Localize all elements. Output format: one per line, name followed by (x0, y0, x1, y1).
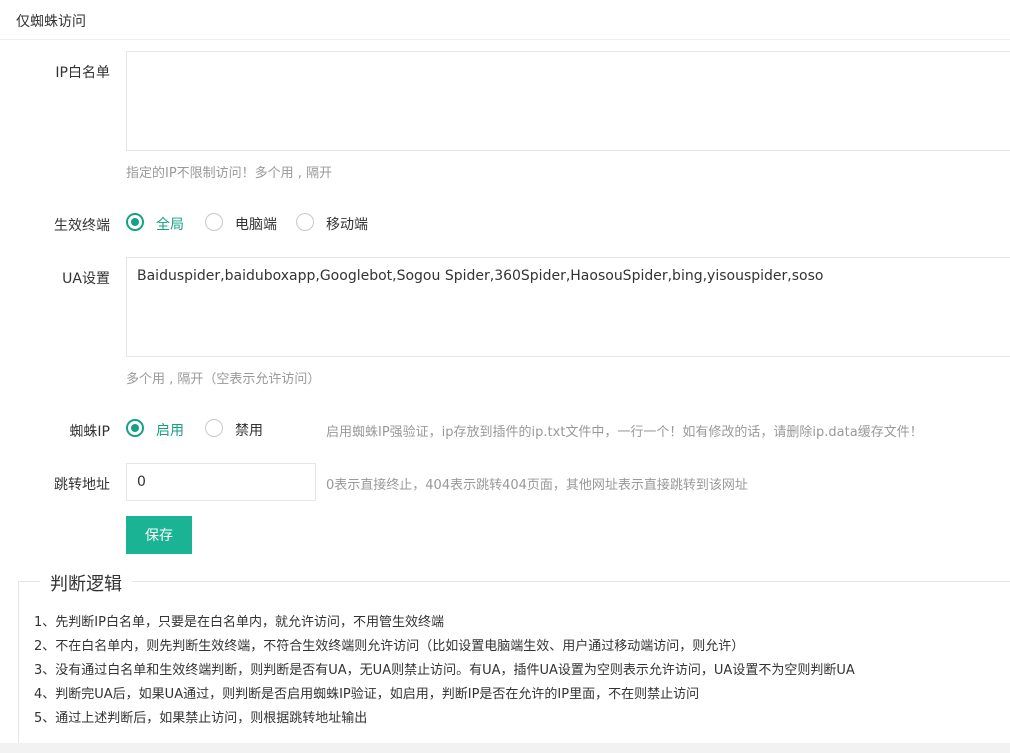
spider-ip-option-label: 启用 (156, 423, 184, 439)
radio-unchecked-icon (205, 419, 223, 437)
radio-checked-icon (126, 213, 144, 231)
logic-item: 4、判断完UA后，如果UA通过，则判断是否启用蜘蛛IP验证，如启用，判断IP是否… (34, 687, 700, 702)
ip-whitelist-label: IP白名单 (55, 65, 110, 81)
panel-header: 仅蜘蛛访问 (0, 0, 1010, 40)
ip-whitelist-hint: 指定的IP不限制访问！多个用 , 隔开 (126, 166, 333, 181)
panel-title: 仅蜘蛛访问 (16, 14, 86, 30)
spider-ip-hint: 启用蜘蛛IP强验证，ip存放到插件的ip.txt文件中，一行一个！如有修改的话，… (326, 425, 923, 440)
radio-checked-icon (126, 419, 144, 437)
terminal-option-label: 全局 (156, 217, 184, 233)
ua-label: UA设置 (62, 271, 110, 287)
save-button[interactable]: 保存 (126, 516, 192, 554)
ua-hint: 多个用 , 隔开（空表示允许访问） (126, 372, 321, 387)
terminal-option-label: 移动端 (326, 217, 368, 233)
terminal-option-label: 电脑端 (235, 217, 277, 233)
radio-unchecked-icon (296, 213, 314, 231)
radio-unchecked-icon (205, 213, 223, 231)
spider-ip-option-label: 禁用 (235, 423, 263, 439)
terminal-label: 生效终端 (54, 218, 110, 234)
logic-item: 5、通过上述判断后，如果禁止访问，则根据跳转地址输出 (34, 711, 368, 726)
logic-title: 判断逻辑 (40, 570, 132, 596)
spider-ip-label: 蜘蛛IP (69, 424, 110, 440)
redirect-label: 跳转地址 (54, 477, 110, 493)
logic-item: 3、没有通过白名单和生效终端判断，则判断是否有UA，无UA则禁止访问。有UA，插… (34, 663, 855, 678)
ua-textarea[interactable]: Baiduspider,baiduboxapp,Googlebot,Sogou … (126, 257, 1010, 357)
bottom-bar (0, 743, 1010, 753)
ip-whitelist-textarea[interactable] (126, 51, 1010, 151)
redirect-hint: 0表示直接终止，404表示跳转404页面，其他网址表示直接跳转到该网址 (326, 478, 748, 493)
logic-item: 2、不在白名单内，则先判断生效终端，不符合生效终端则允许访问（比如设置电脑端生效… (34, 639, 745, 654)
logic-item: 1、先判断IP白名单，只要是在白名单内，就允许访问，不用管生效终端 (34, 615, 444, 630)
redirect-input[interactable] (126, 463, 316, 501)
